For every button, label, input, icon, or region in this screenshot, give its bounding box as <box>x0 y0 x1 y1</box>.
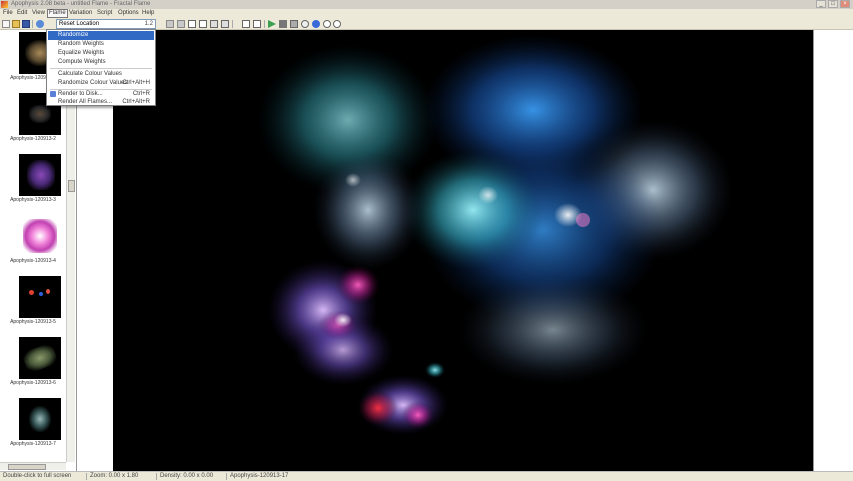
menu-item-equalize-weights[interactable]: Equalize Weights <box>48 49 154 58</box>
flame-thumbnail <box>19 276 61 318</box>
menu-edit[interactable]: Edit <box>16 9 28 18</box>
open-folder-icon[interactable] <box>12 20 20 28</box>
toolbar-separator <box>232 20 233 28</box>
right-panel <box>813 30 853 471</box>
menu-options[interactable]: Options <box>117 9 140 18</box>
thumbnail-label: Apophysis-120913-7 <box>10 441 56 447</box>
menu-item-calculate-colour-values[interactable]: Calculate Colour Values <box>48 70 154 79</box>
window-title: Apophysis 2.08 beta - untitled Flame - F… <box>11 1 151 7</box>
list-item[interactable]: Apophysis-120913-5 <box>0 276 66 336</box>
status-separator <box>86 473 87 480</box>
editor-icon[interactable] <box>188 20 196 28</box>
options-icon[interactable] <box>312 20 320 28</box>
new-file-icon[interactable] <box>2 20 10 28</box>
preset-number: 1.2 <box>144 21 153 27</box>
list-item[interactable]: Apophysis-120913-7 <box>0 398 66 458</box>
mutate-icon[interactable] <box>221 20 229 28</box>
status-separator <box>226 473 227 480</box>
menu-item-compute-weights[interactable]: Compute Weights <box>48 58 154 67</box>
menu-variation[interactable]: Variation <box>68 9 93 18</box>
thumbnail-label: Apophysis-120913-3 <box>10 197 56 203</box>
scrollbar-thumb[interactable] <box>8 464 46 470</box>
horizontal-scrollbar[interactable] <box>0 462 66 470</box>
undo-icon[interactable] <box>166 20 174 28</box>
flame-thumbnail <box>19 398 61 440</box>
toolbar-separator <box>264 20 265 28</box>
zoom-out-icon[interactable] <box>333 20 341 28</box>
menu-item-render-all-flames[interactable]: Render All Flames... Ctrl+Alt+R <box>48 98 154 107</box>
fullscreen-icon[interactable] <box>242 20 250 28</box>
size-icon[interactable] <box>253 20 261 28</box>
menu-file[interactable]: File <box>2 9 14 18</box>
fractal-render-canvas[interactable] <box>113 30 813 471</box>
list-item[interactable]: Apophysis-120913-4 <box>0 215 66 275</box>
flame-dropdown-menu: Randomize Random Weights Equalize Weight… <box>46 29 156 106</box>
preset-combo[interactable]: Reset Location 1.2 <box>56 19 156 29</box>
app-icon <box>1 1 8 8</box>
thumbnail-label: Apophysis-120913-4 <box>10 258 56 264</box>
save-icon[interactable] <box>22 20 30 28</box>
close-button[interactable]: × <box>840 0 850 8</box>
status-separator <box>156 473 157 480</box>
toolbar-separator <box>32 20 33 28</box>
adjust-icon[interactable] <box>210 20 218 28</box>
grid-icon[interactable] <box>199 20 207 28</box>
menu-item-randomize-colour-values[interactable]: Randomize Colour Values Ctrl+Alt+H <box>48 79 154 88</box>
menu-help[interactable]: Help <box>141 9 155 18</box>
play-icon[interactable] <box>268 20 276 28</box>
render-disk-icon <box>50 91 56 97</box>
title-bar: Apophysis 2.08 beta - untitled Flame - F… <box>0 0 853 9</box>
preset-icon[interactable] <box>36 20 44 28</box>
thumbnail-label: Apophysis-120913-5 <box>10 319 56 325</box>
flame-thumbnail <box>19 154 61 196</box>
preset-value: Reset Location <box>59 21 100 27</box>
maximize-button[interactable]: □ <box>828 0 838 8</box>
menu-item-random-weights[interactable]: Random Weights <box>48 40 154 49</box>
menu-flame[interactable]: Flame <box>47 9 68 18</box>
menu-separator <box>50 68 152 69</box>
menu-view[interactable]: View <box>31 9 46 18</box>
list-item[interactable]: Apophysis-120913-3 <box>0 154 66 214</box>
thumbnail-label: Apophysis-120913-6 <box>10 380 56 386</box>
menu-script[interactable]: Script <box>96 9 113 18</box>
render-icon[interactable] <box>290 20 298 28</box>
menu-item-randomize[interactable]: Randomize <box>48 31 154 40</box>
stop-icon[interactable] <box>279 20 287 28</box>
flame-thumbnail <box>19 215 61 257</box>
redo-icon[interactable] <box>177 20 185 28</box>
status-bar: Double-click to full screen Zoom: 0.00 x… <box>0 471 853 480</box>
menu-bar: File Edit View Flame Variation Script Op… <box>0 9 853 18</box>
list-item[interactable]: Apophysis-120913-6 <box>0 337 66 397</box>
thumbnail-label: Apophysis-120913-2 <box>10 136 56 142</box>
minimize-button[interactable]: _ <box>816 0 826 8</box>
zoom-in-icon[interactable] <box>323 20 331 28</box>
scrollbar-thumb[interactable] <box>68 180 75 192</box>
flame-thumbnail <box>19 337 61 379</box>
rotate-icon[interactable] <box>301 20 309 28</box>
fractal-flame-image <box>258 35 733 435</box>
